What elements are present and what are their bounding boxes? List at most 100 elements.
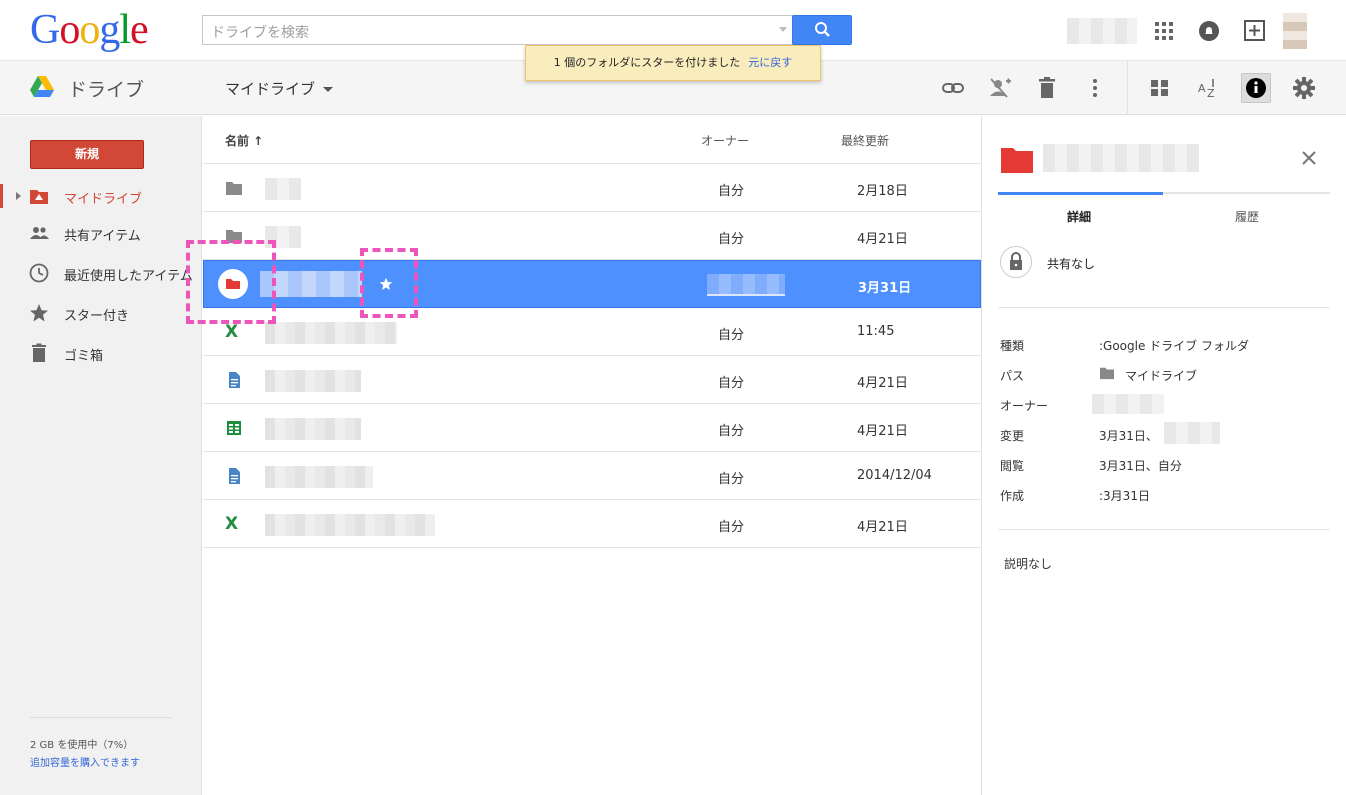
- search-options-icon[interactable]: [779, 27, 787, 32]
- star-icon: [30, 304, 48, 322]
- my-drive-icon: [30, 190, 48, 204]
- search-button[interactable]: [792, 15, 852, 45]
- file-modified: 4月21日: [857, 520, 908, 535]
- file-row[interactable]: X 自分 4月21日: [203, 500, 981, 548]
- grid-view-icon[interactable]: [1147, 75, 1173, 101]
- prop-value-viewed: 3月31日、自分: [1099, 459, 1182, 473]
- file-modified: 4月21日: [857, 232, 908, 247]
- sidebar-item-starred[interactable]: スター付き: [0, 298, 202, 328]
- file-modified: 4月21日: [857, 424, 908, 439]
- file-modified: 2014/12/04: [857, 468, 932, 483]
- file-modified: 3月31日: [858, 281, 912, 296]
- column-header-owner[interactable]: オーナー: [701, 132, 749, 149]
- file-row-selected[interactable]: 3月31日: [203, 260, 981, 308]
- sidebar-item-label: スター付き: [64, 309, 130, 324]
- description-field[interactable]: 説明なし: [1004, 555, 1052, 572]
- prop-key-created: 作成: [1000, 489, 1025, 503]
- prop-value-path[interactable]: マイドライブ: [1125, 367, 1197, 384]
- folder-icon: [1100, 367, 1114, 380]
- sidebar-item-my-drive[interactable]: マイドライブ: [0, 181, 202, 211]
- search-input[interactable]: ドライブを検索: [202, 15, 793, 45]
- prop-key-type: 種類: [1000, 339, 1025, 353]
- sharing-label: 共有なし: [1047, 257, 1096, 271]
- svg-text:Z: Z: [1207, 87, 1215, 100]
- search-placeholder: ドライブを検索: [211, 25, 309, 41]
- prop-key-modified: 変更: [1000, 429, 1025, 443]
- undo-link[interactable]: 元に戻す: [748, 56, 792, 69]
- prop-value-created: :3月31日: [1099, 489, 1150, 503]
- sidebar-item-shared[interactable]: 共有アイテム: [0, 218, 202, 248]
- drive-logo-icon[interactable]: [30, 76, 54, 98]
- toolbar-divider: [1127, 61, 1128, 115]
- excel-file-icon: X: [225, 322, 239, 342]
- divider: [30, 717, 172, 718]
- expand-arrow-icon[interactable]: [16, 192, 21, 200]
- new-button[interactable]: 新規: [30, 140, 144, 169]
- file-name: [265, 418, 361, 440]
- excel-file-icon: X: [225, 514, 239, 534]
- list-header: 名前 ↑ オーナー 最終更新: [203, 116, 981, 164]
- info-icon: [1246, 78, 1266, 98]
- prop-key-viewed: 閲覧: [1000, 459, 1025, 473]
- location-dropdown[interactable]: マイドライブ: [225, 78, 334, 99]
- share-plus-icon[interactable]: [1244, 20, 1265, 41]
- user-name: [1067, 18, 1137, 44]
- location-label: マイドライブ: [225, 80, 316, 98]
- file-row[interactable]: X 自分 11:45: [203, 308, 981, 356]
- search-icon: [815, 22, 830, 37]
- file-name: [265, 514, 435, 536]
- link-icon[interactable]: [940, 75, 966, 101]
- file-owner: 自分: [718, 328, 745, 343]
- file-owner: 自分: [718, 376, 745, 391]
- document-icon: [229, 372, 240, 388]
- toast-message: 1 個のフォルダにスターを付けました: [553, 56, 741, 69]
- notifications-icon[interactable]: [1199, 21, 1219, 41]
- clock-icon: [29, 263, 49, 283]
- buy-storage-link[interactable]: 追加容量を購入できます: [30, 754, 140, 769]
- file-modified: 4月21日: [857, 376, 908, 391]
- file-name: [265, 178, 301, 200]
- details-toggle-button[interactable]: [1241, 73, 1271, 103]
- sort-az-icon[interactable]: A Z: [1195, 75, 1221, 101]
- tab-activity[interactable]: 履歴: [1235, 208, 1259, 225]
- modified-by-user: [1164, 422, 1220, 444]
- divider: [998, 307, 1330, 308]
- lock-icon: [1010, 252, 1022, 270]
- avatar[interactable]: [1283, 13, 1307, 49]
- close-icon[interactable]: [1300, 149, 1318, 167]
- sidebar-item-label: 共有アイテム: [64, 229, 141, 244]
- file-name: [265, 370, 361, 392]
- folder-icon: [226, 182, 242, 195]
- file-row[interactable]: 自分 2014/12/04: [203, 452, 981, 500]
- file-row[interactable]: 自分 2月18日: [203, 164, 981, 212]
- file-list: 名前 ↑ オーナー 最終更新 自分 2月18日 自分 4月21日 3月31日 X…: [203, 116, 981, 795]
- divider: [998, 529, 1330, 530]
- tab-details[interactable]: 詳細: [1067, 208, 1091, 225]
- prop-key-owner: オーナー: [1000, 399, 1049, 413]
- delete-icon[interactable]: [1034, 75, 1060, 101]
- file-name: [265, 322, 397, 344]
- add-people-icon[interactable]: [987, 75, 1013, 101]
- file-row[interactable]: 自分 4月21日: [203, 212, 981, 260]
- spreadsheet-icon: [227, 421, 241, 435]
- column-header-modified[interactable]: 最終更新: [841, 132, 889, 149]
- sidebar-item-trash[interactable]: ゴミ箱: [0, 338, 202, 368]
- column-header-name[interactable]: 名前 ↑: [225, 132, 263, 149]
- apps-grid-icon[interactable]: [1155, 22, 1173, 40]
- file-modified: 2月18日: [857, 184, 908, 199]
- file-row[interactable]: 自分 4月21日: [203, 404, 981, 452]
- more-actions-icon[interactable]: [1082, 75, 1108, 101]
- sidebar: 新規 マイドライブ 共有アイテム 最近使用したアイテム スター付き ゴミ箱 2: [0, 116, 202, 795]
- sidebar-item-recent[interactable]: 最近使用したアイテム: [0, 258, 202, 288]
- sidebar-item-label: マイドライブ: [64, 192, 143, 207]
- trash-icon: [32, 343, 46, 362]
- file-owner: 自分: [718, 184, 745, 199]
- top-bar: Google ドライブを検索 1 個のフォルダにスターを付けました 元に戻す: [0, 0, 1346, 81]
- sidebar-item-label: ゴミ箱: [64, 349, 104, 364]
- settings-gear-icon[interactable]: [1291, 75, 1317, 101]
- app-title[interactable]: ドライブ: [68, 75, 144, 102]
- file-row[interactable]: 自分 4月21日: [203, 356, 981, 404]
- google-logo[interactable]: Google: [30, 6, 149, 54]
- active-tab-indicator: [998, 192, 1163, 195]
- file-owner: [707, 274, 785, 296]
